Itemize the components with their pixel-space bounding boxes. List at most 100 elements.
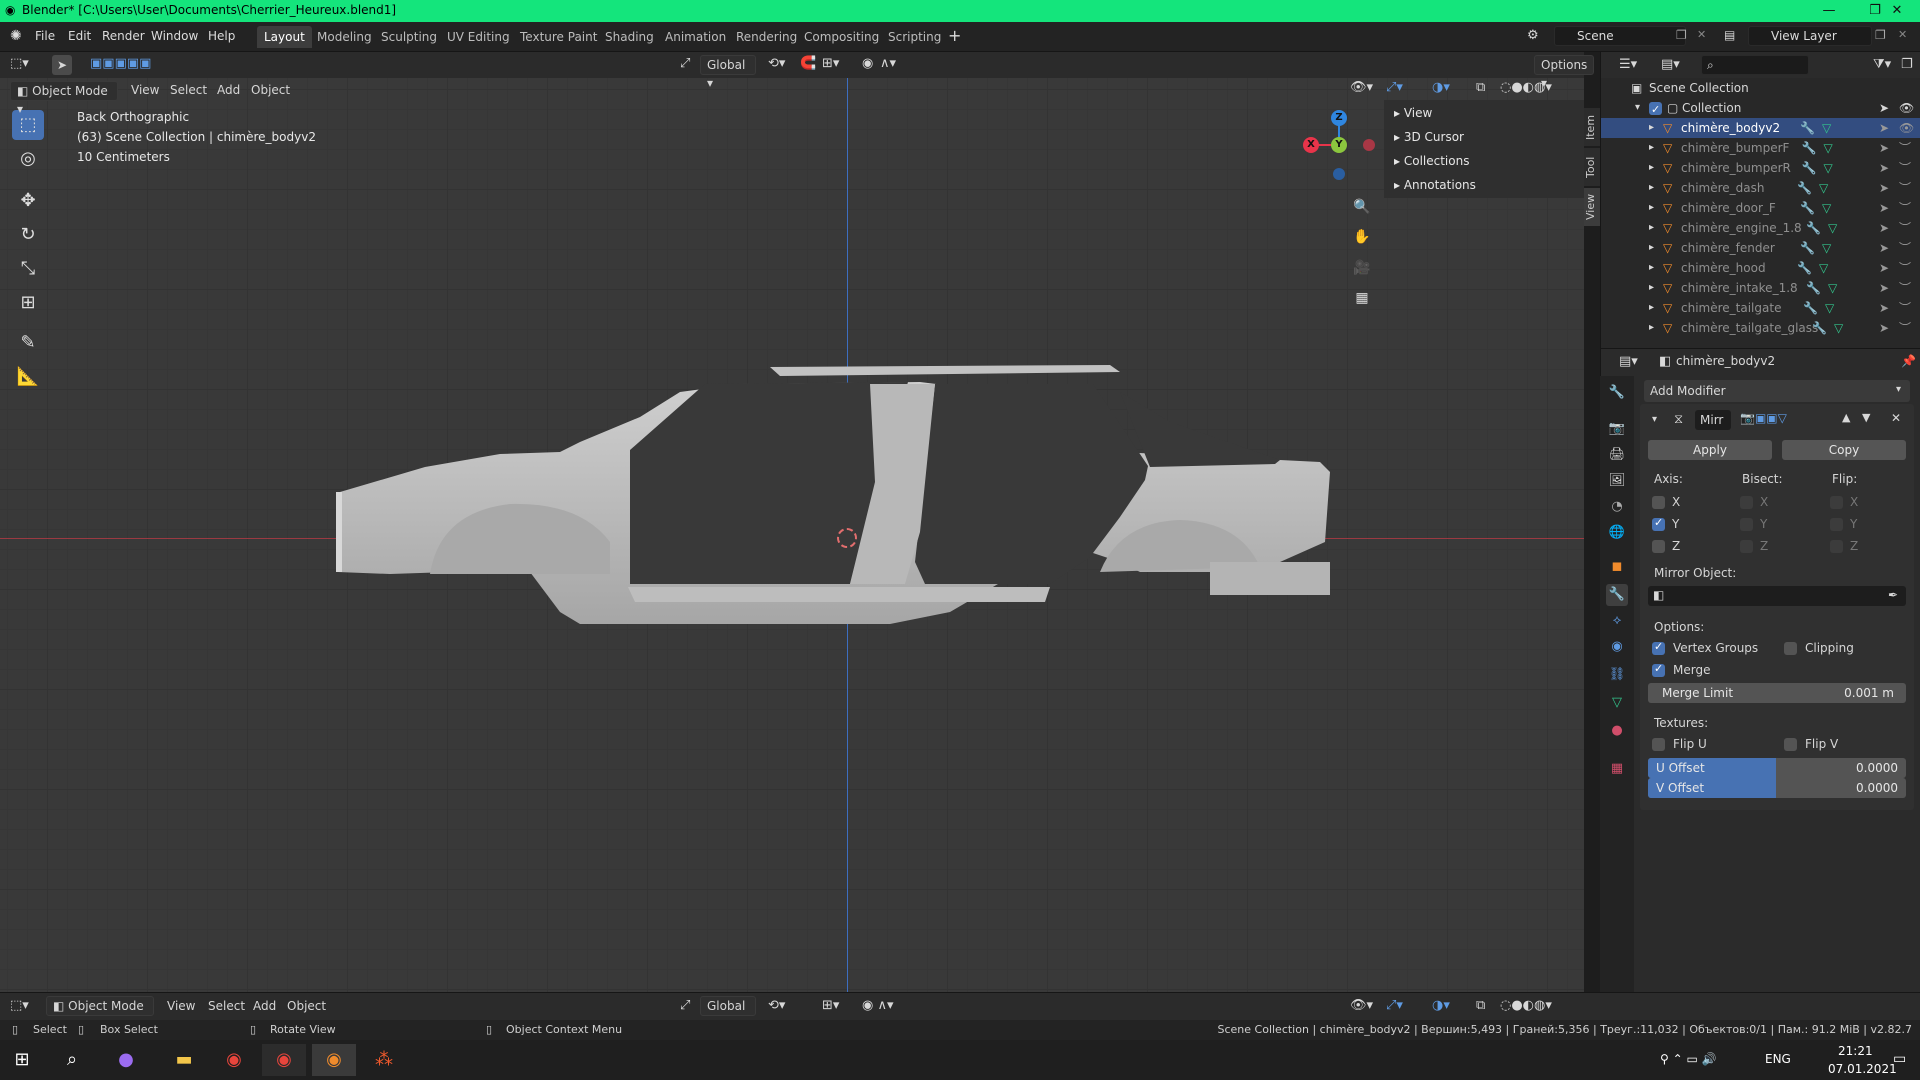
eye-closed-icon[interactable]: ︶ [1899, 198, 1911, 218]
flip-x-checkbox[interactable] [1830, 496, 1843, 509]
filter-icon[interactable]: ⧩▾ [1873, 57, 1891, 72]
collapse-icon[interactable]: ▾ [1652, 414, 1657, 425]
bottom-shading-icon[interactable]: ◌●◐◍▾ [1500, 998, 1552, 1013]
select-arrow-icon[interactable]: ➤ [1879, 98, 1889, 118]
menu-help[interactable]: Help [208, 29, 235, 43]
measure-tool-icon[interactable]: 📐 [12, 362, 44, 392]
texture-tab-icon[interactable]: ▦ [1606, 758, 1628, 780]
bottom-pivot-icon[interactable]: ⟲▾ [768, 998, 785, 1013]
outliner-item[interactable]: ▸ ▽ chimère_bumperR 🔧 ▽ ➤ ︶ [1601, 158, 1920, 178]
eye-closed-icon[interactable]: ︶ [1899, 158, 1911, 178]
bottom-orientation-dropdown[interactable]: Global ▾ [700, 996, 756, 1031]
blender-taskbar-icon[interactable]: ◉ [312, 1044, 356, 1076]
tab-animation[interactable]: Animation [658, 26, 733, 48]
eye-closed-icon[interactable]: ︶ [1899, 318, 1911, 338]
search-icon[interactable]: ⌕ [50, 1044, 94, 1076]
axis-x-checkbox[interactable] [1652, 496, 1665, 509]
select-arrow-icon[interactable]: ➤ [1879, 318, 1889, 338]
chrome-2-icon[interactable]: ◉ [262, 1044, 306, 1076]
tab-scripting[interactable]: Scripting [881, 26, 948, 48]
eye-closed-icon[interactable]: ︶ [1899, 138, 1911, 158]
delete-view-layer-icon[interactable]: ✕ [1898, 28, 1907, 41]
tab-item[interactable]: Item [1584, 108, 1600, 146]
bottom-menu-view[interactable]: View [167, 999, 195, 1013]
language-indicator[interactable]: ENG [1765, 1052, 1791, 1066]
move-tool-icon[interactable]: ✥ [12, 186, 44, 216]
merge-checkbox[interactable] [1652, 662, 1665, 677]
bottom-editor-type-icon[interactable]: ⬚▾ [10, 998, 29, 1013]
gizmo-y-icon[interactable]: Y [1331, 137, 1347, 153]
object-mode-dropdown[interactable]: ◧ Object Mode ▾ [10, 81, 118, 116]
outliner-item[interactable]: ▸ ▽ chimère_fender 🔧 ▽ ➤ ︶ [1601, 238, 1920, 258]
app-purple-icon[interactable]: ● [104, 1044, 148, 1076]
view-layer-tab-icon[interactable]: 🖼 [1606, 470, 1628, 492]
bottom-snap-icon[interactable]: ⊞▾ [822, 998, 839, 1013]
tab-texture-paint[interactable]: Texture Paint [513, 26, 604, 48]
viewport-menu-select[interactable]: Select [170, 83, 207, 97]
tab-uv-editing[interactable]: UV Editing [440, 26, 517, 48]
outliner-item[interactable]: ▸ ▽ chimère_tailgate_glass 🔧 ▽ ➤ ︶ [1601, 318, 1920, 338]
eye-closed-icon[interactable]: ︶ [1899, 258, 1911, 278]
menu-edit[interactable]: Edit [68, 29, 91, 43]
minimize-button[interactable]: — [1806, 0, 1852, 22]
select-arrow-icon[interactable]: ➤ [1879, 298, 1889, 318]
transform-tool-icon[interactable]: ⊞ [12, 288, 44, 318]
expand-icon[interactable]: ▸ [1649, 238, 1654, 258]
eye-closed-icon[interactable]: ︶ [1899, 278, 1911, 298]
bottom-gizmo-icon[interactable]: ⤢▾ [1386, 998, 1403, 1013]
bottom-proportional-icon[interactable]: ◉ ∧▾ [862, 998, 894, 1013]
vertex-groups-checkbox[interactable] [1652, 640, 1665, 655]
axis-z-checkbox[interactable] [1652, 540, 1665, 553]
windows-start-icon[interactable]: ⊞ [0, 1044, 44, 1076]
display-mode-icon[interactable]: ▤▾ [1661, 57, 1680, 72]
outliner-item[interactable]: ▸ ▽ chimère_intake_1.8 🔧 ▽ ➤ ︶ [1601, 278, 1920, 298]
pan-hand-icon[interactable]: ✋ [1350, 225, 1374, 249]
xray-icon[interactable]: ⧉ [1476, 80, 1485, 95]
chrome-icon[interactable]: ◉ [212, 1044, 256, 1076]
tab-tool[interactable]: Tool [1584, 148, 1600, 186]
clock-date[interactable]: 07.01.2021 [1828, 1062, 1897, 1076]
gizmo-neg-z-icon[interactable] [1333, 168, 1345, 180]
select-arrow-icon[interactable]: ➤ [1879, 138, 1889, 158]
merge-limit-field[interactable]: Merge Limit 0.001 m [1648, 683, 1906, 703]
select-mode-icons[interactable]: ▣▣▣▣▣ [90, 56, 151, 71]
annotate-tool-icon[interactable]: ✎ [12, 328, 44, 358]
select-arrow-icon[interactable]: ➤ [1879, 198, 1889, 218]
outliner-item[interactable]: ▸ ▽ chimère_hood 🔧 ▽ ➤ ︶ [1601, 258, 1920, 278]
3d-viewport[interactable]: Back Orthographic (63) Scene Collection … [0, 52, 1584, 992]
output-tab-icon[interactable]: 🖨 [1606, 444, 1628, 466]
outliner-item[interactable]: ▸ ▽ chimère_bodyv2 🔧 ▽ ➤ 👁 [1601, 118, 1920, 138]
expand-icon[interactable]: ▸ [1649, 318, 1654, 338]
select-arrow-icon[interactable]: ➤ [1879, 238, 1889, 258]
tool-tab-icon[interactable]: 🔧 [1606, 382, 1628, 404]
falloff-icon[interactable]: ∧▾ [880, 56, 896, 71]
bottom-overlay-icon[interactable]: ◑▾ [1432, 998, 1450, 1013]
outliner-item[interactable]: ▸ ▽ chimère_tailgate 🔧 ▽ ➤ ︶ [1601, 298, 1920, 318]
gizmo-x-icon[interactable]: X [1303, 137, 1319, 153]
world-tab-icon[interactable]: 🌐 [1606, 522, 1628, 544]
material-tab-icon[interactable]: ● [1606, 720, 1628, 742]
select-arrow-icon[interactable]: ➤ [1879, 218, 1889, 238]
bottom-object-mode-dropdown[interactable]: ◧ Object Mode ▾ [46, 996, 154, 1031]
object-tab-icon[interactable]: ◼ [1606, 556, 1628, 578]
eyedropper-icon[interactable]: ✒ [1888, 588, 1898, 602]
outliner-item[interactable]: ▸ ▽ chimère_dash 🔧 ▽ ➤ ︶ [1601, 178, 1920, 198]
tab-shading[interactable]: Shading [598, 26, 661, 48]
bisect-y-checkbox[interactable] [1740, 518, 1753, 531]
tab-compositing[interactable]: Compositing [797, 26, 886, 48]
particles-tab-icon[interactable]: ⟡ [1606, 610, 1628, 632]
eye-closed-icon[interactable]: ︶ [1899, 298, 1911, 318]
eye-closed-icon[interactable]: ︶ [1899, 178, 1911, 198]
select-arrow-icon[interactable]: ➤ [1879, 178, 1889, 198]
viewport-menu-object[interactable]: Object [251, 83, 290, 97]
delete-scene-icon[interactable]: ✕ [1697, 28, 1706, 41]
npanel-annotations[interactable]: ▸ Annotations [1394, 178, 1476, 192]
new-scene-icon[interactable]: ❐ [1676, 28, 1687, 42]
bottom-xray-icon[interactable]: ⧉ [1476, 998, 1485, 1013]
modifier-display-toggles-icon[interactable]: 📷▣▣▽ [1740, 411, 1787, 425]
blender-menu-icon[interactable]: ✺ [10, 28, 22, 44]
scale-tool-icon[interactable]: ⤡ [12, 254, 44, 284]
npanel-view[interactable]: ▸ View [1394, 106, 1432, 120]
outliner-item[interactable]: ▸ ▽ chimère_door_F 🔧 ▽ ➤ ︶ [1601, 198, 1920, 218]
tab-view[interactable]: View [1584, 188, 1600, 226]
